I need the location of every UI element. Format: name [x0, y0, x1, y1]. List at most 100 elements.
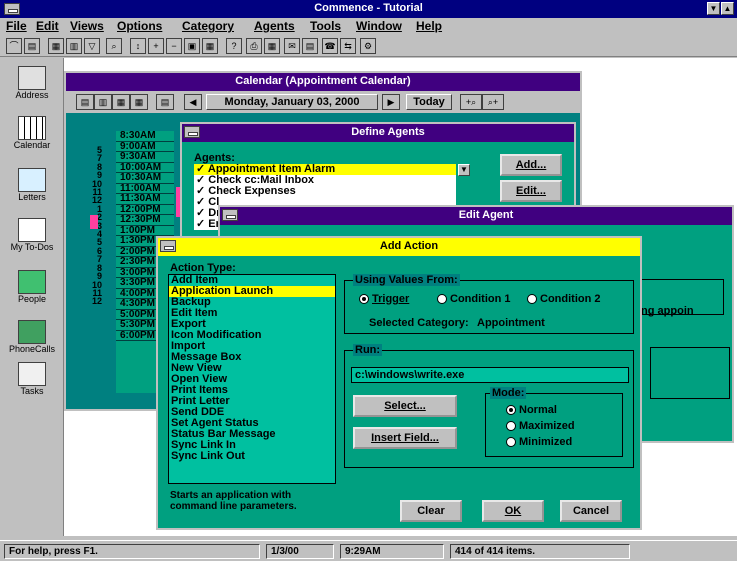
condition1-radio[interactable]: Condition 1 [437, 293, 511, 305]
sidebar-item-phonecalls[interactable]: PhoneCalls [4, 320, 60, 354]
toolbar-report-icon[interactable]: ▤ [302, 38, 318, 54]
radio-icon [527, 294, 537, 305]
sidebar-item-calendar[interactable]: Calendar [4, 116, 60, 150]
system-menu-icon[interactable] [184, 126, 200, 138]
minimize-button[interactable]: ▼ [707, 2, 720, 15]
sidebar-item-address[interactable]: Address [4, 66, 60, 100]
trigger-radio[interactable]: Trigger [359, 293, 409, 305]
sidebar-item-label: Letters [18, 192, 46, 202]
toolbar-chart-icon[interactable]: ▥ [66, 38, 82, 54]
sidebar-item-tasks[interactable]: Tasks [4, 362, 60, 396]
view-month-icon[interactable]: ▦ [112, 94, 130, 110]
maximize-button[interactable]: ▲ [721, 2, 734, 15]
sidebar-item-label: Calendar [13, 140, 51, 150]
clear-button[interactable]: Clear [400, 500, 462, 522]
menu-views[interactable]: Views [70, 19, 104, 33]
calendar-icon [18, 116, 46, 140]
view-week-icon[interactable]: ▥ [94, 94, 112, 110]
toolbar-delete-icon[interactable]: − [166, 38, 182, 54]
edit-agent-title: Edit Agent [458, 209, 514, 221]
edit-agent-partial-text: ing appoin [638, 305, 694, 317]
action-type-list[interactable]: Add Item Application Launch Backup Edit … [168, 274, 336, 484]
run-path-field[interactable]: c:\windows\write.exe [351, 367, 629, 383]
radio-selected-icon [359, 294, 369, 305]
sidebar-item-my-to-dos[interactable]: My To-Dos [4, 218, 60, 252]
mode-normal-radio[interactable]: Normal [506, 404, 557, 416]
list-item[interactable]: ✓ Check Expenses [194, 186, 456, 197]
zoom-out-icon[interactable]: ⌕+ [482, 94, 504, 110]
toolbar-new-icon[interactable]: ▤ [24, 38, 40, 54]
app-title: Commence - Tutorial [314, 2, 423, 14]
calendar-day-numbers: 5 7 8 9 10 11 12 1 2 3 4 5 6 7 8 9 10 11… [82, 145, 102, 366]
mode-maximized-radio[interactable]: Maximized [506, 420, 575, 432]
system-menu-icon[interactable] [160, 240, 176, 252]
menu-help[interactable]: Help [416, 19, 442, 33]
toolbar-help-icon[interactable]: ? [226, 38, 242, 54]
menu-window[interactable]: Window [356, 19, 402, 33]
edit-agent-title-bar: Edit Agent [220, 207, 732, 225]
time-slot[interactable]: 10:30AM [116, 173, 174, 184]
sidebar-item-label: People [17, 294, 47, 304]
toolbar-sort-icon[interactable]: ↕ [130, 38, 146, 54]
time-slot[interactable]: 12:30PM [116, 215, 174, 226]
next-day-button[interactable]: ▶ [382, 94, 400, 110]
menu-tools[interactable]: Tools [310, 19, 341, 33]
action-description: Starts an application with command line … [170, 490, 297, 512]
menu-edit[interactable]: Edit [36, 19, 59, 33]
zoom-in-icon[interactable]: +⌕ [460, 94, 482, 110]
time-slot[interactable]: 8:30AM [116, 131, 174, 142]
view-year-icon[interactable]: ▦ [130, 94, 148, 110]
main-title-bar: Commence - Tutorial ▼ ▲ [0, 0, 737, 18]
address-book-icon [18, 66, 46, 90]
sidebar-item-people[interactable]: People [4, 270, 60, 304]
toolbar-print-icon[interactable]: ⎙ [246, 38, 262, 54]
today-button[interactable]: Today [406, 94, 452, 110]
toolbar-list-icon[interactable]: ▦ [48, 38, 64, 54]
toolbar-add-icon[interactable]: + [148, 38, 164, 54]
system-menu-icon[interactable] [222, 209, 238, 221]
menu-options[interactable]: Options [117, 19, 162, 33]
time-slot[interactable]: 11:30AM [116, 194, 174, 205]
status-date: 1/3/00 [266, 544, 334, 559]
insert-field-button[interactable]: Insert Field... [353, 427, 457, 449]
view-day-icon[interactable]: ▤ [76, 94, 94, 110]
calendar-title: Calendar (Appointment Calendar) [235, 75, 411, 87]
phone-icon [18, 320, 46, 344]
cancel-button[interactable]: Cancel [560, 500, 622, 522]
people-icon [18, 270, 46, 294]
toolbar-edit-icon[interactable]: ▣ [184, 38, 200, 54]
add-agent-button[interactable]: Add... [500, 154, 562, 176]
prev-day-button[interactable]: ◀ [184, 94, 202, 110]
mode-minimized-radio[interactable]: Minimized [506, 436, 572, 448]
view-list-icon[interactable]: ▤ [156, 94, 174, 110]
agents-dropdown-arrow[interactable]: ▼ [458, 164, 470, 176]
select-button[interactable]: Select... [353, 395, 457, 417]
edit-agent-button[interactable]: Edit... [500, 180, 562, 202]
list-item[interactable]: Sync Link Out [169, 451, 335, 462]
mode-label: Mode: [490, 387, 527, 399]
toolbar-link-icon[interactable]: ⇆ [340, 38, 356, 54]
menu-category[interactable]: Category [182, 19, 234, 33]
define-agents-title: Define Agents [351, 126, 425, 138]
toolbar-filter-icon[interactable]: ▽ [84, 38, 100, 54]
time-slot[interactable]: 9:30AM [116, 152, 174, 163]
toolbar-phone-icon[interactable]: ☎ [322, 38, 338, 54]
system-menu-icon[interactable] [4, 3, 20, 15]
toolbar-letter-icon[interactable]: ✉ [284, 38, 300, 54]
ok-button[interactable]: OK [482, 500, 544, 522]
day-number: 12 [91, 296, 102, 307]
menu-agents[interactable]: Agents [254, 19, 295, 33]
toolbar-open-icon[interactable]: ⌒ [6, 38, 22, 54]
add-action-title: Add Action [379, 240, 439, 252]
menu-file[interactable]: File [6, 19, 27, 33]
toolbar-search-icon[interactable]: ⌕ [106, 38, 122, 54]
toolbar-calendar-icon[interactable]: ▦ [264, 38, 280, 54]
sidebar-item-letters[interactable]: Letters [4, 168, 60, 202]
sidebar: Address Calendar Letters My To-Dos Peopl… [0, 58, 64, 536]
toolbar-grid-icon[interactable]: ▦ [202, 38, 218, 54]
toolbar-agent-icon[interactable]: ⚙ [360, 38, 376, 54]
condition2-radio[interactable]: Condition 2 [527, 293, 601, 305]
sidebar-item-label: Tasks [20, 386, 44, 396]
todo-icon [18, 218, 46, 242]
radio-selected-icon [506, 405, 516, 416]
